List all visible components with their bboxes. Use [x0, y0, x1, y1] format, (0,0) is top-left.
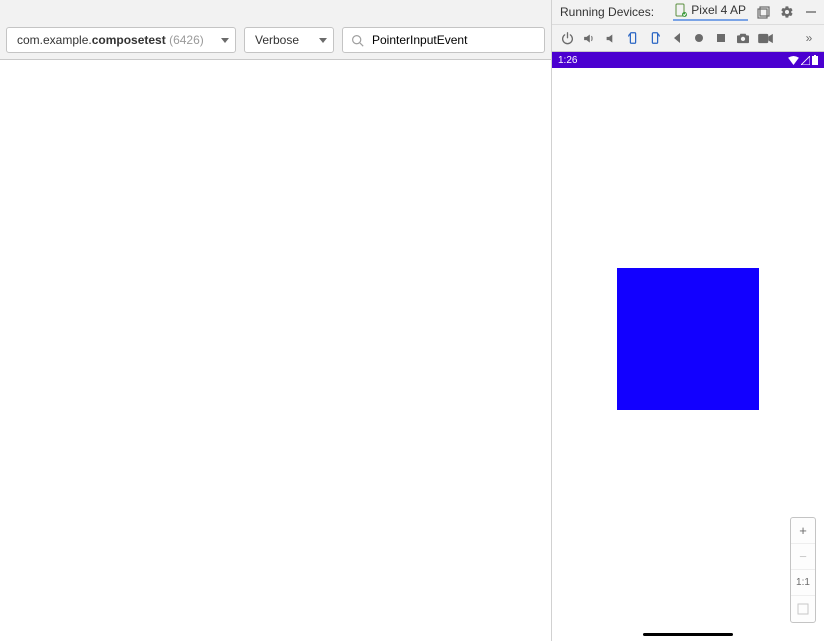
zoom-in-button[interactable]: + — [791, 518, 815, 544]
status-indicators — [788, 55, 818, 65]
zoom-out-button: − — [791, 544, 815, 570]
status-time: 1:26 — [558, 55, 577, 66]
android-status-bar: 1:26 — [552, 52, 824, 68]
rotate-left-button[interactable] — [622, 27, 644, 49]
back-button[interactable] — [666, 27, 688, 49]
logcat-filter-input-container[interactable] — [342, 27, 545, 53]
overview-button[interactable] — [710, 27, 732, 49]
log-level-dropdown[interactable]: Verbose — [244, 27, 334, 53]
rotate-right-button[interactable] — [644, 27, 666, 49]
emulator-screen[interactable]: 1:26 + − 1:1 — [552, 52, 824, 641]
logcat-filter-input[interactable] — [370, 32, 536, 48]
logcat-output — [0, 60, 551, 641]
running-devices-header: Running Devices: Pixel 4 AP — [552, 0, 824, 24]
new-window-button[interactable] — [754, 3, 772, 21]
volume-down-button[interactable] — [600, 27, 622, 49]
running-devices-title: Running Devices: — [560, 5, 673, 19]
record-button[interactable] — [754, 27, 776, 49]
chevron-down-icon — [319, 38, 327, 43]
logcat-panel: com.example.composetest (6426) Verbose — [0, 0, 552, 641]
zoom-controls: + − 1:1 — [790, 517, 816, 623]
home-button[interactable] — [688, 27, 710, 49]
logcat-filter-bar: com.example.composetest (6426) Verbose — [0, 0, 551, 60]
settings-button[interactable] — [778, 3, 796, 21]
device-name: Pixel 4 AP — [691, 3, 746, 17]
process-dropdown[interactable]: com.example.composetest (6426) — [6, 27, 236, 53]
power-button[interactable] — [556, 27, 578, 49]
log-level-label: Verbose — [255, 33, 311, 47]
battery-icon — [812, 55, 818, 65]
more-actions-button[interactable]: » — [798, 27, 820, 49]
chevron-down-icon — [221, 38, 229, 43]
app-content: + − 1:1 — [552, 68, 824, 641]
emulator-toolbar: » — [552, 24, 824, 52]
zoom-actual-button[interactable]: 1:1 — [791, 570, 815, 596]
process-label: com.example.composetest (6426) — [17, 33, 213, 47]
hide-button[interactable] — [802, 3, 820, 21]
wifi-icon — [788, 56, 799, 65]
running-devices-panel: Running Devices: Pixel 4 AP — [552, 0, 824, 641]
volume-up-button[interactable] — [578, 27, 600, 49]
device-tab[interactable]: Pixel 4 AP — [673, 3, 748, 21]
phone-icon — [675, 3, 687, 17]
screenshot-button[interactable] — [732, 27, 754, 49]
zoom-fit-button — [791, 596, 815, 622]
search-icon — [351, 34, 364, 47]
blue-box — [617, 268, 759, 410]
signal-icon — [801, 56, 810, 65]
gesture-nav-bar — [643, 633, 733, 636]
